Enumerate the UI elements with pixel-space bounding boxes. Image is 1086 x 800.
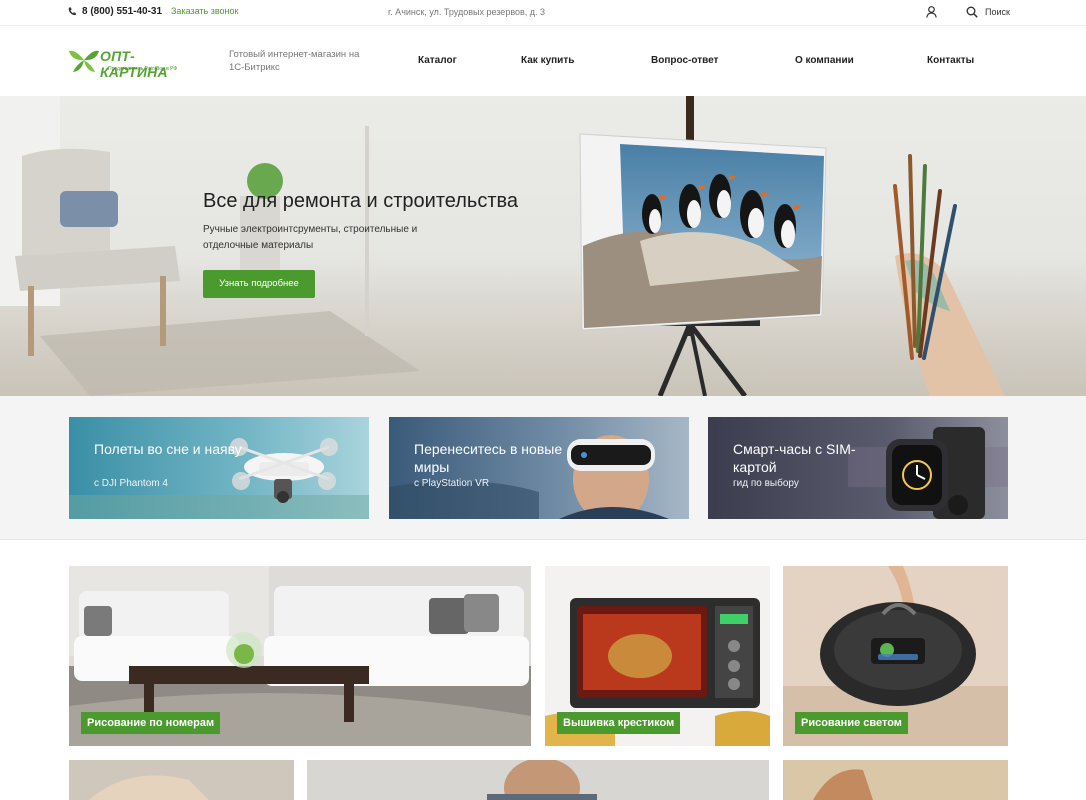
- category-image: [69, 760, 294, 800]
- hero-background-image: [0, 96, 1086, 396]
- learn-more-button[interactable]: Узнать подробнее: [203, 270, 315, 298]
- category-tile-partial-3[interactable]: [783, 760, 1008, 800]
- phone-icon: [68, 7, 76, 16]
- promo-subtitle: с DJI Phantom 4: [94, 478, 168, 489]
- category-image: [783, 760, 1008, 800]
- promo-title: Смарт-часы с SIM-картой: [733, 441, 856, 475]
- site-header: ОПТ-КАРТИНА Представитель PaintBoy в РФ …: [0, 27, 1086, 96]
- promo-subtitle: с PlayStation VR: [414, 478, 490, 489]
- promo-strip: Полеты во сне и наяву с DJI Phantom 4 Пе…: [0, 396, 1086, 540]
- promo-banner-smartwatch[interactable]: Смарт-часы с SIM-картой гид по выбору: [708, 417, 1008, 519]
- category-tile-light-drawing[interactable]: Рисование светом: [783, 566, 1008, 746]
- logo-title: ОПТ-КАРТИНА: [100, 48, 168, 80]
- category-tile-partial-1[interactable]: [69, 760, 294, 800]
- nav-contacts[interactable]: Контакты: [927, 55, 974, 66]
- hero-banner: Все для ремонта и строительства Ручные э…: [0, 96, 1086, 396]
- leaf-logo-icon: [69, 50, 99, 72]
- header-tagline: Готовый интернет-магазин на 1С-Битрикс: [229, 49, 360, 73]
- tile-label: Рисование светом: [795, 712, 908, 734]
- hero-description: Ручные электроинтсрументы, строительные …: [203, 224, 418, 251]
- user-icon[interactable]: [926, 6, 937, 18]
- nav-catalog[interactable]: Каталог: [418, 55, 457, 66]
- callback-link[interactable]: Заказать звонок: [171, 6, 238, 16]
- nav-faq[interactable]: Вопрос-ответ: [651, 55, 718, 66]
- nav-about[interactable]: О компании: [795, 55, 854, 66]
- category-tile-partial-2[interactable]: [307, 760, 769, 800]
- promo-subtitle: гид по выбору: [733, 478, 799, 489]
- phone-number[interactable]: 8 (800) 551-40-31: [82, 6, 162, 17]
- top-bar: 8 (800) 551-40-31 Заказать звонок г. Ачи…: [0, 0, 1086, 26]
- category-image: [307, 760, 769, 800]
- hero-title: Все для ремонта и строительства: [203, 190, 518, 212]
- search-label[interactable]: Поиск: [985, 7, 1010, 17]
- site-logo[interactable]: ОПТ-КАРТИНА Представитель PaintBoy в РФ: [69, 47, 199, 80]
- tile-label: Вышивка крестиком: [557, 712, 681, 734]
- logo-subtitle: Представитель PaintBoy в РФ: [108, 66, 178, 72]
- promo-title: Перенеситесь в новые миры: [414, 441, 563, 475]
- category-tile-cross-stitch[interactable]: Вышивка крестиком: [545, 566, 770, 746]
- tile-label: Рисование по номерам: [81, 712, 221, 734]
- promo-banner-vr[interactable]: Перенеситесь в новые миры с PlayStation …: [389, 417, 689, 519]
- category-tile-paint-by-numbers[interactable]: Рисование по номерам: [69, 566, 531, 746]
- nav-how-to-buy[interactable]: Как купить: [521, 55, 574, 66]
- drone-image: [69, 417, 369, 519]
- store-address: г. Ачинск, ул. Трудовых резервов, д. 3: [388, 7, 546, 17]
- promo-title: Полеты во сне и наяву: [94, 441, 242, 457]
- search-icon[interactable]: [966, 6, 978, 18]
- promo-banner-drone[interactable]: Полеты во сне и наяву с DJI Phantom 4: [69, 417, 369, 519]
